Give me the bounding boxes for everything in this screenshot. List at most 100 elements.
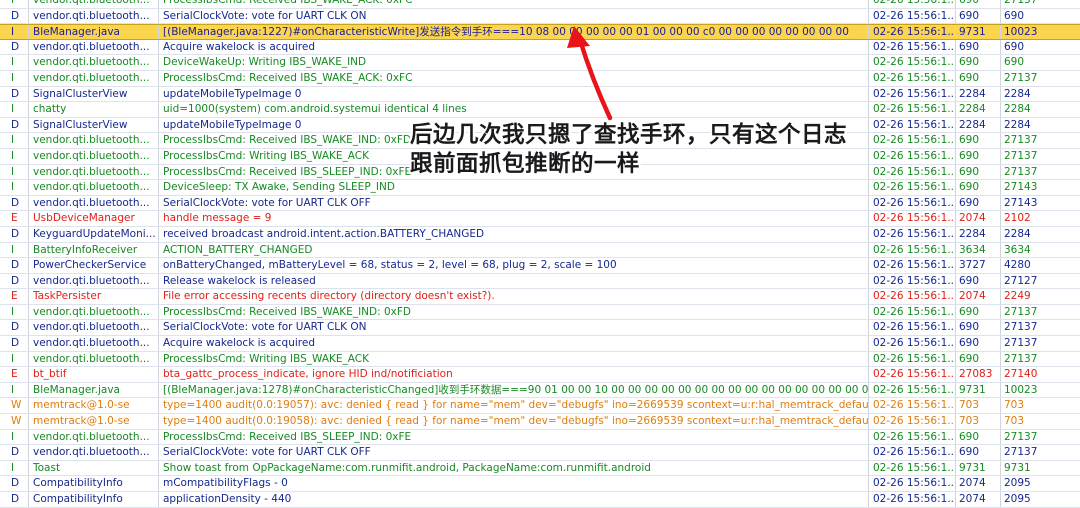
- column-divider: [955, 304, 956, 320]
- log-row[interactable]: E UsbDeviceManager handle message = 9 02-26…: [0, 211, 1080, 227]
- column-divider: [28, 195, 29, 211]
- log-row[interactable]: Ivendor.qti.bluetooth... ProcessIbsCmd: R…: [0, 429, 1080, 446]
- log-row[interactable]: D PowerCheckerService onBatteryChanged, mB…: [0, 258, 1080, 274]
- log-tid: 27137: [1004, 305, 1038, 318]
- column-divider: [955, 429, 956, 445]
- log-row[interactable]: Wmemtrack@1.0-se type=1400 audit(0.0:1905…: [0, 398, 1080, 415]
- log-tid: 2095: [1004, 493, 1031, 505]
- log-tag: vendor.qti.bluetooth...: [33, 9, 150, 22]
- log-level: W: [11, 399, 22, 412]
- log-message: handle message = 9: [163, 212, 272, 225]
- column-divider: [28, 336, 29, 351]
- column-divider: [1000, 304, 1001, 320]
- log-message: type=1400 audit(0.0:19057): avc: denied …: [163, 399, 868, 412]
- log-pid: 690: [959, 0, 980, 6]
- log-level: I: [11, 430, 15, 443]
- log-row[interactable]: Ivendor.qti.bluetooth... ProcessIbsCmd: R…: [0, 0, 1080, 9]
- column-divider: [868, 25, 869, 39]
- log-row[interactable]: D KeyguardUpdateMoni... received broadcast…: [0, 226, 1080, 243]
- column-divider: [28, 492, 29, 507]
- column-divider: [868, 351, 869, 367]
- log-row[interactable]: Ivendor.qti.bluetooth... DeviceWakeUp: Wr…: [0, 55, 1080, 71]
- log-time: 02-26 15:56:1...: [873, 9, 955, 22]
- log-row[interactable]: Wmemtrack@1.0-se type=1400 audit(0.0:1905…: [0, 414, 1080, 430]
- log-tid: 27137: [1004, 337, 1038, 350]
- column-divider: [158, 164, 159, 180]
- column-divider: [28, 382, 29, 398]
- column-divider: [1000, 398, 1001, 414]
- log-message: uid=1000(system) com.android.systemui id…: [163, 103, 467, 116]
- log-tid: 27137: [1004, 165, 1038, 178]
- column-divider: [868, 273, 869, 289]
- log-level: D: [11, 493, 20, 505]
- log-pid: 9731: [959, 461, 986, 474]
- column-divider: [1000, 148, 1001, 164]
- log-row[interactable]: Dvendor.qti.bluetooth... SerialClockVote:…: [0, 320, 1080, 337]
- log-time: 02-26 15:56:1...: [873, 56, 955, 69]
- log-row[interactable]: E TaskPersister File error accessing recen…: [0, 289, 1080, 305]
- log-row[interactable]: Dvendor.qti.bluetooth... Acquire wakelock…: [0, 39, 1080, 56]
- log-tid: 2284: [1004, 227, 1031, 240]
- log-pid: 690: [959, 430, 980, 443]
- log-row[interactable]: Ichatty uid=1000(system) com.android.syst…: [0, 102, 1080, 118]
- column-divider: [28, 8, 29, 24]
- log-pid: 27083: [959, 368, 993, 381]
- log-time: 02-26 15:56:1...: [873, 383, 955, 396]
- column-divider: [955, 273, 956, 289]
- log-row[interactable]: Dvendor.qti.bluetooth... SerialClockVote:…: [0, 445, 1080, 461]
- log-row[interactable]: D CompatibilityInfo mCompatibilityFlags - …: [0, 476, 1080, 492]
- log-level: D: [11, 321, 20, 334]
- log-row[interactable]: Dvendor.qti.bluetooth... SerialClockVote:…: [0, 8, 1080, 25]
- log-tag: vendor.qti.bluetooth...: [33, 181, 150, 194]
- log-row[interactable]: I BleManager.java [(BleManager.java:1278)#…: [0, 382, 1080, 399]
- log-time: 02-26 15:56:1...: [873, 196, 955, 209]
- column-divider: [1000, 0, 1001, 8]
- column-divider: [158, 195, 159, 211]
- column-divider: [158, 398, 159, 414]
- log-tid: 27137: [1004, 0, 1038, 6]
- log-tag: SignalClusterView: [33, 87, 128, 100]
- log-tid: 27127: [1004, 274, 1038, 287]
- column-divider: [955, 242, 956, 258]
- log-row[interactable]: Ivendor.qti.bluetooth... ProcessIbsCmd: R…: [0, 70, 1080, 87]
- log-row[interactable]: D CompatibilityInfo applicationDensity - 4…: [0, 492, 1080, 508]
- column-divider: [28, 289, 29, 304]
- log-time: 02-26 15:56:1...: [873, 477, 955, 490]
- column-divider: [28, 55, 29, 70]
- log-row[interactable]: Dvendor.qti.bluetooth... Acquire wakelock…: [0, 336, 1080, 352]
- log-tag: vendor.qti.bluetooth...: [33, 352, 150, 365]
- log-row[interactable]: Ivendor.qti.bluetooth... DeviceSleep: TX …: [0, 180, 1080, 196]
- column-divider: [28, 429, 29, 445]
- log-row[interactable]: I Toast Show toast from OpPackageName:com.…: [0, 460, 1080, 477]
- log-pid: 2074: [959, 477, 986, 490]
- log-level: W: [11, 415, 22, 428]
- log-time: 02-26 15:56:1...: [873, 181, 955, 194]
- log-row[interactable]: Ivendor.qti.bluetooth... ProcessIbsCmd: W…: [0, 351, 1080, 368]
- column-divider: [1000, 86, 1001, 102]
- column-divider: [28, 164, 29, 180]
- log-message: onBatteryChanged, mBatteryLevel = 68, st…: [163, 259, 617, 272]
- log-tid: 4280: [1004, 259, 1031, 272]
- log-time: 02-26 15:56:1...: [873, 0, 955, 6]
- log-tid: 27140: [1004, 368, 1038, 381]
- log-row-selected[interactable]: I BleManager.java [(BleManager.java:1227)#…: [0, 24, 1080, 40]
- column-divider: [158, 70, 159, 86]
- log-tag: memtrack@1.0-se: [33, 415, 130, 428]
- column-divider: [955, 289, 956, 304]
- log-message: updateMobileTypeImage 0: [163, 87, 302, 100]
- log-row[interactable]: Dvendor.qti.bluetooth... Release wakelock…: [0, 273, 1080, 290]
- column-divider: [28, 460, 29, 476]
- log-row[interactable]: D SignalClusterView updateMobileTypeImage …: [0, 86, 1080, 103]
- log-tag: vendor.qti.bluetooth...: [33, 196, 150, 209]
- column-divider: [28, 211, 29, 226]
- log-row[interactable]: Ivendor.qti.bluetooth... ProcessIbsCmd: R…: [0, 304, 1080, 321]
- column-divider: [1000, 336, 1001, 351]
- column-divider: [158, 258, 159, 273]
- log-tid: 27137: [1004, 430, 1038, 443]
- log-row[interactable]: Ebt_btif bta_gattc_process_indicate, igno…: [0, 367, 1080, 383]
- log-row[interactable]: I BatteryInfoReceiver ACTION_BATTERY_CHANG…: [0, 242, 1080, 259]
- log-time: 02-26 15:56:1...: [873, 212, 955, 225]
- column-divider: [28, 351, 29, 367]
- log-row[interactable]: Dvendor.qti.bluetooth... SerialClockVote:…: [0, 195, 1080, 212]
- column-divider: [868, 429, 869, 445]
